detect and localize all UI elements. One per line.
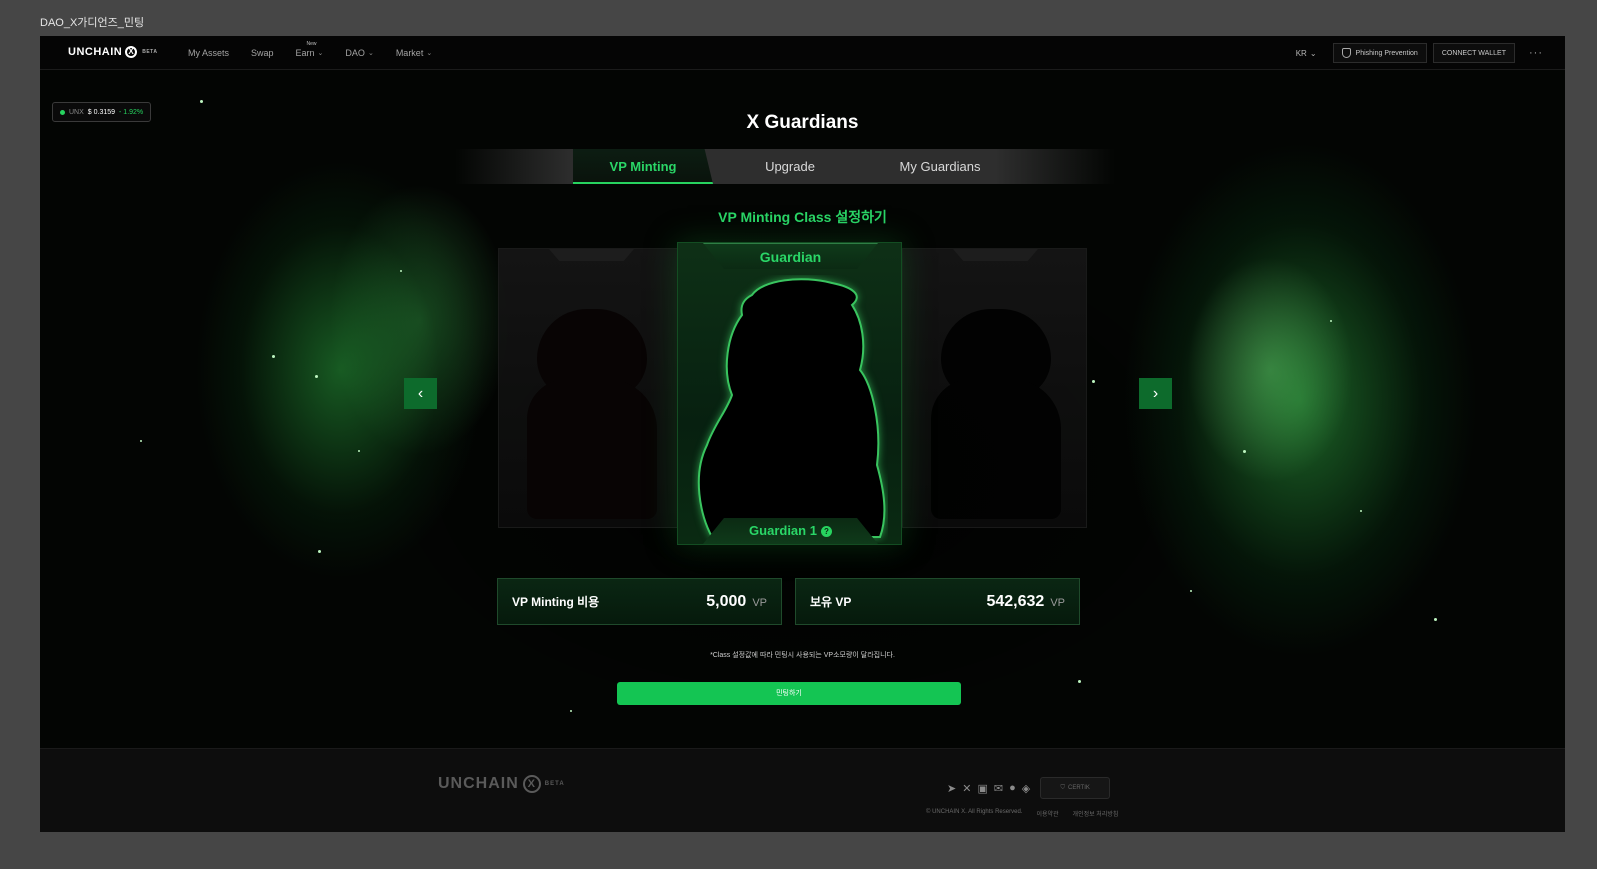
chevron-down-icon: ⌄	[1309, 48, 1317, 58]
menu-label: Market	[395, 48, 424, 58]
menu-item-market[interactable]: Market ⌄	[396, 48, 432, 58]
new-badge: New	[306, 41, 317, 47]
shield-icon: ⛉	[1060, 784, 1065, 791]
phishing-label: Phishing Prevention	[1355, 49, 1418, 57]
menu-label: Swap	[251, 48, 274, 58]
page-title: X Guardians	[746, 112, 859, 133]
chevron-down-icon: ⌄	[367, 50, 374, 57]
unchain-logo[interactable]: UNCHAIN X BETA	[68, 46, 157, 58]
connect-wallet-button[interactable]: CONNECT WALLET	[1432, 43, 1515, 63]
card-class-name: Guardian	[703, 243, 878, 269]
language-selector[interactable]: KR ⌄	[1296, 49, 1317, 58]
shield-icon	[1341, 48, 1351, 58]
top-navigation: UNCHAIN X BETA My Assets Swap New Earn ⌄…	[40, 36, 1565, 70]
star	[1243, 450, 1246, 453]
mail-icon[interactable]: ✉	[994, 782, 1003, 795]
nav-actions: KR ⌄ Phishing Prevention CONNECT WALLET …	[1296, 43, 1543, 63]
phishing-prevention-button[interactable]: Phishing Prevention	[1332, 43, 1427, 63]
tab-my-guardians[interactable]: My Guardians	[885, 149, 995, 184]
guardian-silhouette-image	[697, 278, 886, 538]
balance-unit: VP	[1050, 596, 1065, 609]
selected-class-card: Guardian Guardian 1?	[677, 242, 902, 545]
language-label: KR	[1295, 48, 1307, 58]
github-icon[interactable]: ●	[1009, 782, 1016, 794]
certik-badge[interactable]: ⛉ CERTIK	[1040, 777, 1111, 799]
tab-upgrade[interactable]: Upgrade	[735, 149, 845, 184]
menu-label: DAO	[345, 48, 365, 58]
star	[1190, 590, 1192, 592]
connect-label: CONNECT WALLET	[1441, 49, 1506, 57]
gitbook-icon[interactable]: ◈	[1022, 782, 1030, 795]
menu-item-earn[interactable]: New Earn ⌄	[295, 41, 324, 58]
menu-item-my-assets[interactable]: My Assets	[188, 48, 229, 58]
footer-legal: © UNCHAIN X. All Rights Reserved. 이용약관 개…	[926, 809, 1118, 818]
next-class-button[interactable]: ›	[1139, 378, 1172, 409]
chevron-down-icon: ⌄	[317, 50, 324, 57]
star	[1078, 680, 1081, 683]
balance-label: 보유 VP	[810, 595, 852, 609]
mint-button[interactable]: 민팅하기	[617, 682, 961, 705]
help-icon[interactable]: ?	[820, 526, 832, 538]
star	[1092, 380, 1095, 383]
telegram-icon[interactable]: ➤	[947, 782, 956, 795]
chevron-right-icon: ›	[1152, 384, 1159, 402]
class-level-label: Guardian 1	[749, 523, 817, 538]
section-subtitle: VP Minting Class 설정하기	[718, 209, 887, 225]
menu-label: My Assets	[188, 48, 230, 58]
chevron-left-icon: ‹	[417, 384, 424, 402]
star	[318, 550, 321, 553]
cost-label: VP Minting 비용	[512, 595, 600, 609]
frame-title: DAO_X가디언즈_민팅	[40, 17, 145, 29]
next-class-card[interactable]	[902, 248, 1087, 528]
main-menu: My Assets Swap New Earn ⌄ DAO ⌄ Market ⌄	[188, 41, 454, 58]
minting-note: *Class 설정값에 따라 민팅시 사용되는 VP소모량이 달라집니다.	[710, 652, 895, 659]
star	[315, 375, 318, 378]
medium-icon[interactable]: ▣	[977, 782, 987, 795]
star	[1330, 320, 1332, 322]
star	[1360, 510, 1362, 512]
copyright-text: © UNCHAIN X. All Rights Reserved.	[926, 809, 1023, 815]
chevron-down-icon: ⌄	[426, 50, 433, 57]
privacy-link[interactable]: 개인정보 처리방침	[1073, 809, 1119, 818]
menu-item-dao[interactable]: DAO ⌄	[345, 48, 373, 58]
star	[1434, 618, 1437, 621]
cost-value: 5,000	[706, 592, 747, 610]
star	[570, 710, 572, 712]
guardian-silhouette	[931, 379, 1061, 519]
menu-label: Earn	[295, 48, 315, 58]
x-logo-icon: X	[522, 775, 541, 793]
guardian-tabs: VP Minting Upgrade My Guardians	[455, 149, 1115, 184]
more-menu-icon[interactable]: ···	[1529, 47, 1543, 59]
footer-logo[interactable]: UNCHAIN X BETA	[438, 775, 565, 793]
beta-badge: BETA	[544, 781, 565, 787]
x-twitter-icon[interactable]: ✕	[962, 782, 971, 795]
star	[272, 355, 275, 358]
footer-logo-text: UNCHAIN	[438, 775, 519, 792]
star	[358, 450, 360, 452]
prev-class-button[interactable]: ‹	[404, 378, 437, 409]
vp-balance-box: 보유 VP 542,632 VP	[795, 578, 1080, 625]
x-logo-icon: X	[125, 46, 138, 58]
prev-class-card[interactable]	[498, 248, 683, 528]
card-class-level: Guardian 1?	[703, 518, 878, 544]
minting-cost-box: VP Minting 비용 5,000 VP	[497, 578, 782, 625]
tab-vp-minting[interactable]: VP Minting	[573, 149, 713, 184]
certik-label: CERTIK	[1067, 785, 1090, 791]
star	[400, 270, 402, 272]
logo-text: UNCHAIN	[68, 46, 123, 58]
beta-badge: BETA	[142, 49, 158, 55]
menu-item-swap[interactable]: Swap	[251, 48, 274, 58]
guardian-silhouette	[527, 379, 657, 519]
app-window: UNCHAIN X BETA My Assets Swap New Earn ⌄…	[40, 36, 1565, 832]
card-notch	[549, 249, 634, 261]
terms-link[interactable]: 이용약관	[1036, 809, 1058, 818]
cost-unit: VP	[752, 596, 767, 609]
footer: UNCHAIN X BETA ➤ ✕ ▣ ✉ ● ◈ ⛉ CERTIK © UN…	[40, 748, 1565, 832]
star	[140, 440, 142, 442]
card-notch	[953, 249, 1038, 261]
social-links: ➤ ✕ ▣ ✉ ● ◈ ⛉ CERTIK	[947, 777, 1111, 799]
balance-value: 542,632	[986, 592, 1045, 610]
star	[200, 100, 203, 103]
